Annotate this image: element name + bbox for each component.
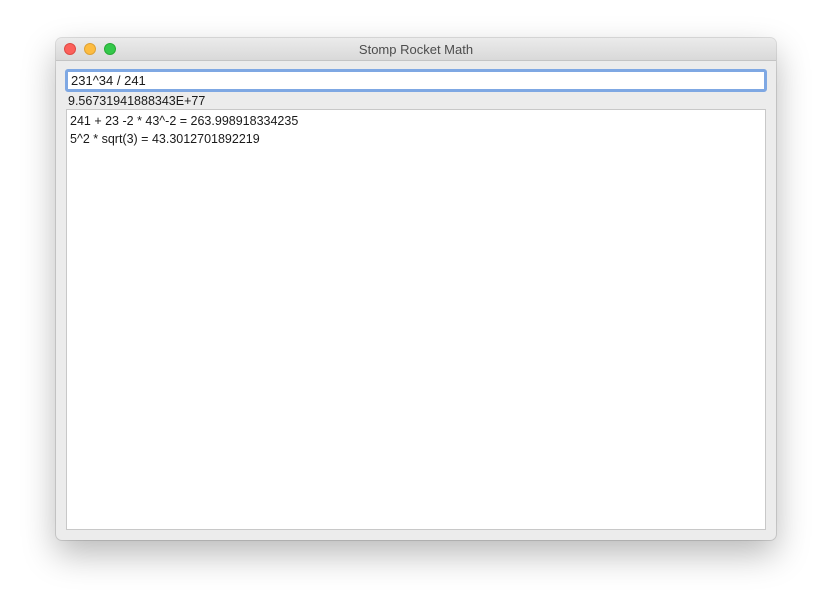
window-title: Stomp Rocket Math xyxy=(358,42,474,57)
history-list[interactable]: 241 + 23 -2 * 43^-2 = 263.998918334235 5… xyxy=(66,109,766,530)
history-item[interactable]: 241 + 23 -2 * 43^-2 = 263.998918334235 xyxy=(70,112,762,130)
result-label: 9.56731941888343E+77 xyxy=(68,94,206,108)
app-window: Stomp Rocket Math 9.56731941888343E+77 2… xyxy=(56,38,776,540)
title-bar[interactable]: Stomp Rocket Math xyxy=(56,38,776,61)
history-item[interactable]: 5^2 * sqrt(3) = 43.3012701892219 xyxy=(70,130,762,148)
expression-input[interactable] xyxy=(65,69,767,92)
